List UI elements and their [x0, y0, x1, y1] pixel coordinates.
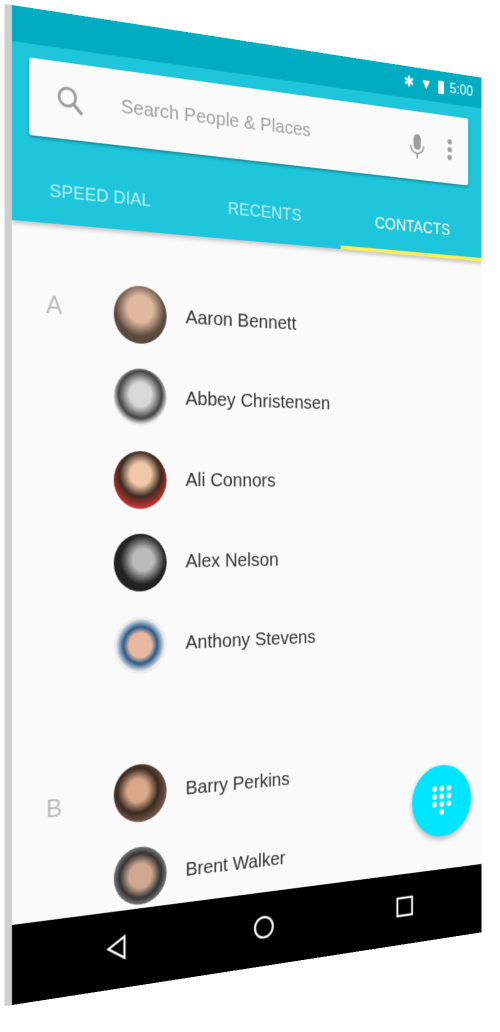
contact-row[interactable]: Abbey Christensen [113, 367, 330, 431]
tab-speed-dial[interactable]: SPEED DIAL [12, 155, 185, 235]
home-icon[interactable] [252, 913, 275, 942]
contact-row[interactable]: Alex Nelson [113, 533, 279, 593]
section-letter: A [46, 289, 63, 320]
status-time: 5:00 [449, 79, 474, 100]
contact-row[interactable]: Aaron Bennett [113, 284, 296, 352]
avatar [113, 615, 167, 676]
contact-row[interactable]: Barry Perkins [113, 752, 290, 825]
contact-row[interactable]: Ali Connors [113, 450, 276, 509]
avatar [113, 843, 167, 908]
back-icon[interactable] [105, 933, 128, 963]
avatar [113, 367, 167, 427]
search-icon[interactable] [55, 83, 84, 118]
recents-icon[interactable] [395, 894, 414, 920]
wifi-icon: ▼ [420, 75, 433, 94]
contact-row[interactable]: Anthony Stevens [113, 610, 316, 676]
avatar [113, 450, 167, 509]
avatar [113, 284, 167, 346]
battery-icon [438, 80, 444, 94]
dialpad-button[interactable] [412, 762, 471, 840]
tab-recents[interactable]: RECENTS [185, 174, 341, 249]
bluetooth-icon: ✱ [403, 72, 415, 91]
dialpad-icon [432, 784, 452, 815]
avatar [113, 533, 167, 593]
search-input[interactable]: Search People & Places [121, 95, 311, 142]
avatar [113, 762, 167, 825]
section-letter: B [46, 792, 63, 824]
phone-screen: ✱ ▼ 5:00 Search People & Places SPEED DI… [12, 5, 482, 1005]
mic-icon[interactable] [409, 131, 425, 161]
app-bar: ✱ ▼ 5:00 Search People & Places SPEED DI… [12, 5, 482, 262]
more-vert-icon[interactable] [447, 138, 453, 161]
tab-contacts[interactable]: CONTACTS [341, 191, 482, 262]
